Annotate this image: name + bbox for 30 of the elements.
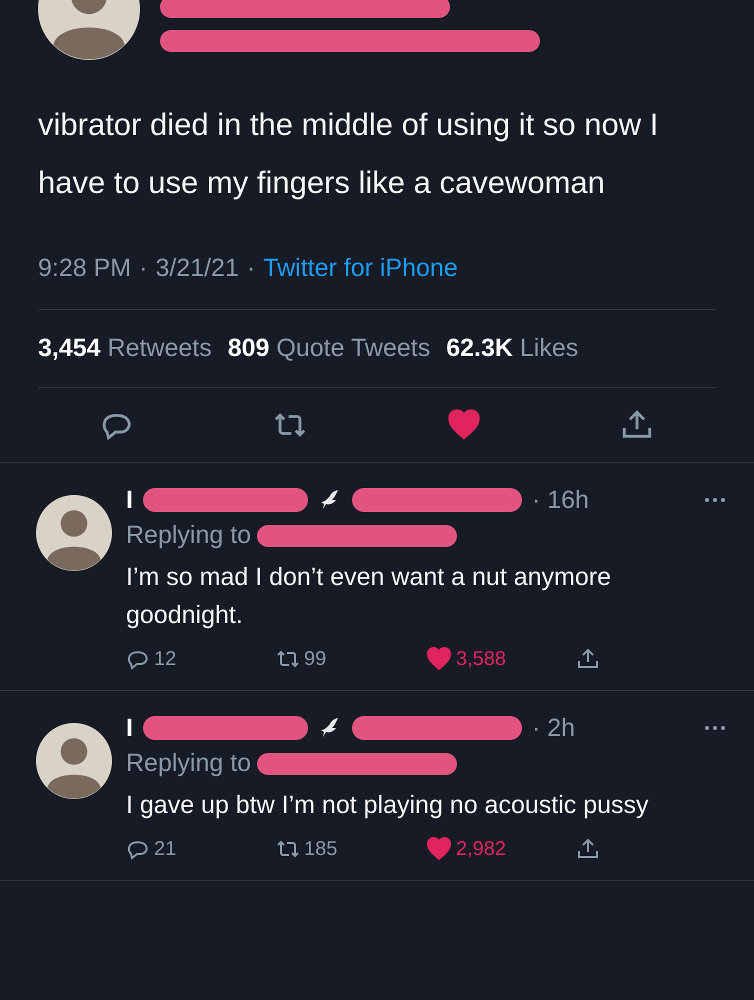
tweet-age: · 16h (532, 486, 589, 514)
tweet-date: 3/21/21 (155, 254, 239, 283)
replying-to-label: Replying to (126, 521, 252, 550)
heart-icon[interactable] (426, 646, 452, 672)
heart-icon[interactable] (446, 408, 481, 442)
more-icon[interactable] (704, 725, 726, 731)
stat-link[interactable]: 62.3K Likes (446, 334, 578, 363)
stat-link[interactable]: 3,454 Retweets (38, 334, 212, 363)
separator-dot: · (246, 254, 256, 283)
reply-count: 21 (154, 838, 176, 860)
heart-icon[interactable] (426, 836, 452, 862)
retweet-count: 99 (304, 648, 326, 670)
like-count: 2,982 (456, 838, 506, 860)
tweet-age: · 2h (532, 714, 576, 742)
tweet-text: vibrator died in the middle of using it so now I have to use my fingers like a cavewoman (38, 106, 660, 202)
more-icon[interactable] (704, 497, 726, 503)
separator-dot: · (139, 254, 148, 283)
share-icon[interactable] (576, 837, 600, 861)
user-name[interactable]: I (126, 486, 133, 514)
tweet-time: 9:28 PM (38, 254, 132, 283)
user-name[interactable]: I (126, 714, 133, 742)
replying-to-label: Replying to (126, 749, 252, 778)
reply-count: 12 (154, 648, 176, 670)
reply-text: I gave up btw I’m not playing no acoustic pussy (126, 790, 650, 821)
source-link[interactable]: Twitter for iPhone (263, 254, 458, 283)
reply-text: I’m so mad I don’t even want a nut anymore goodnight. (126, 562, 612, 631)
like-count: 3,588 (456, 648, 506, 670)
retweet-count: 185 (304, 838, 338, 860)
share-icon[interactable] (576, 647, 600, 671)
stat-link[interactable]: 809 Quote Tweets (228, 334, 430, 363)
